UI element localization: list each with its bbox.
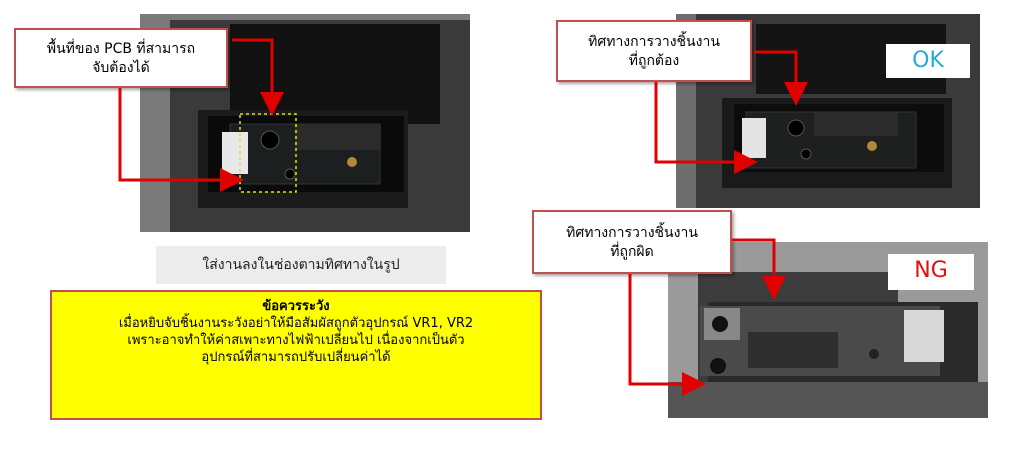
- ok-callout-line1: ทิศทางการวางชิ้นงาน: [588, 34, 720, 50]
- ng-label: NG: [888, 254, 974, 290]
- placement-caption: ใส่งานลงในช่องตามทิศทางในรูป: [156, 246, 446, 284]
- ok-callout-line2: ที่ถูกต้อง: [628, 53, 680, 69]
- ng-callout: ทิศทางการวางชิ้นงาน ที่ถูกผิด: [532, 210, 732, 274]
- warning-title: ข้อควรระวัง: [262, 299, 330, 314]
- ok-label: OK: [886, 44, 970, 78]
- pcb-area-callout-line2: จับต้องได้: [92, 60, 150, 76]
- ng-callout-line2: ที่ถูกผิด: [610, 244, 654, 260]
- warning-line3: อุปกรณ์ที่สามารถปรับเปลี่ยนค่าได้: [201, 350, 391, 365]
- placement-caption-text: ใส่งานลงในช่องตามทิศทางในรูป: [202, 257, 400, 273]
- ng-callout-line1: ทิศทางการวางชิ้นงาน: [566, 225, 698, 241]
- ok-callout: ทิศทางการวางชิ้นงาน ที่ถูกต้อง: [556, 20, 752, 82]
- warning-line2: เพราะอาจทำให้ค่าสเพาะทางไฟฟ้าเปลี่ยนไป เ…: [127, 333, 465, 348]
- warning-line1: เมื่อหยิบจับชิ้นงานระวังอย่าให้มือสัมผัส…: [118, 316, 474, 331]
- pcb-area-callout: พื้นที่ของ PCB ที่สามารถ จับต้องได้: [14, 28, 228, 88]
- pcb-area-callout-line1: พื้นที่ของ PCB ที่สามารถ: [46, 41, 196, 57]
- warning-box: ข้อควรระวัง เมื่อหยิบจับชิ้นงานระวังอย่า…: [50, 290, 542, 420]
